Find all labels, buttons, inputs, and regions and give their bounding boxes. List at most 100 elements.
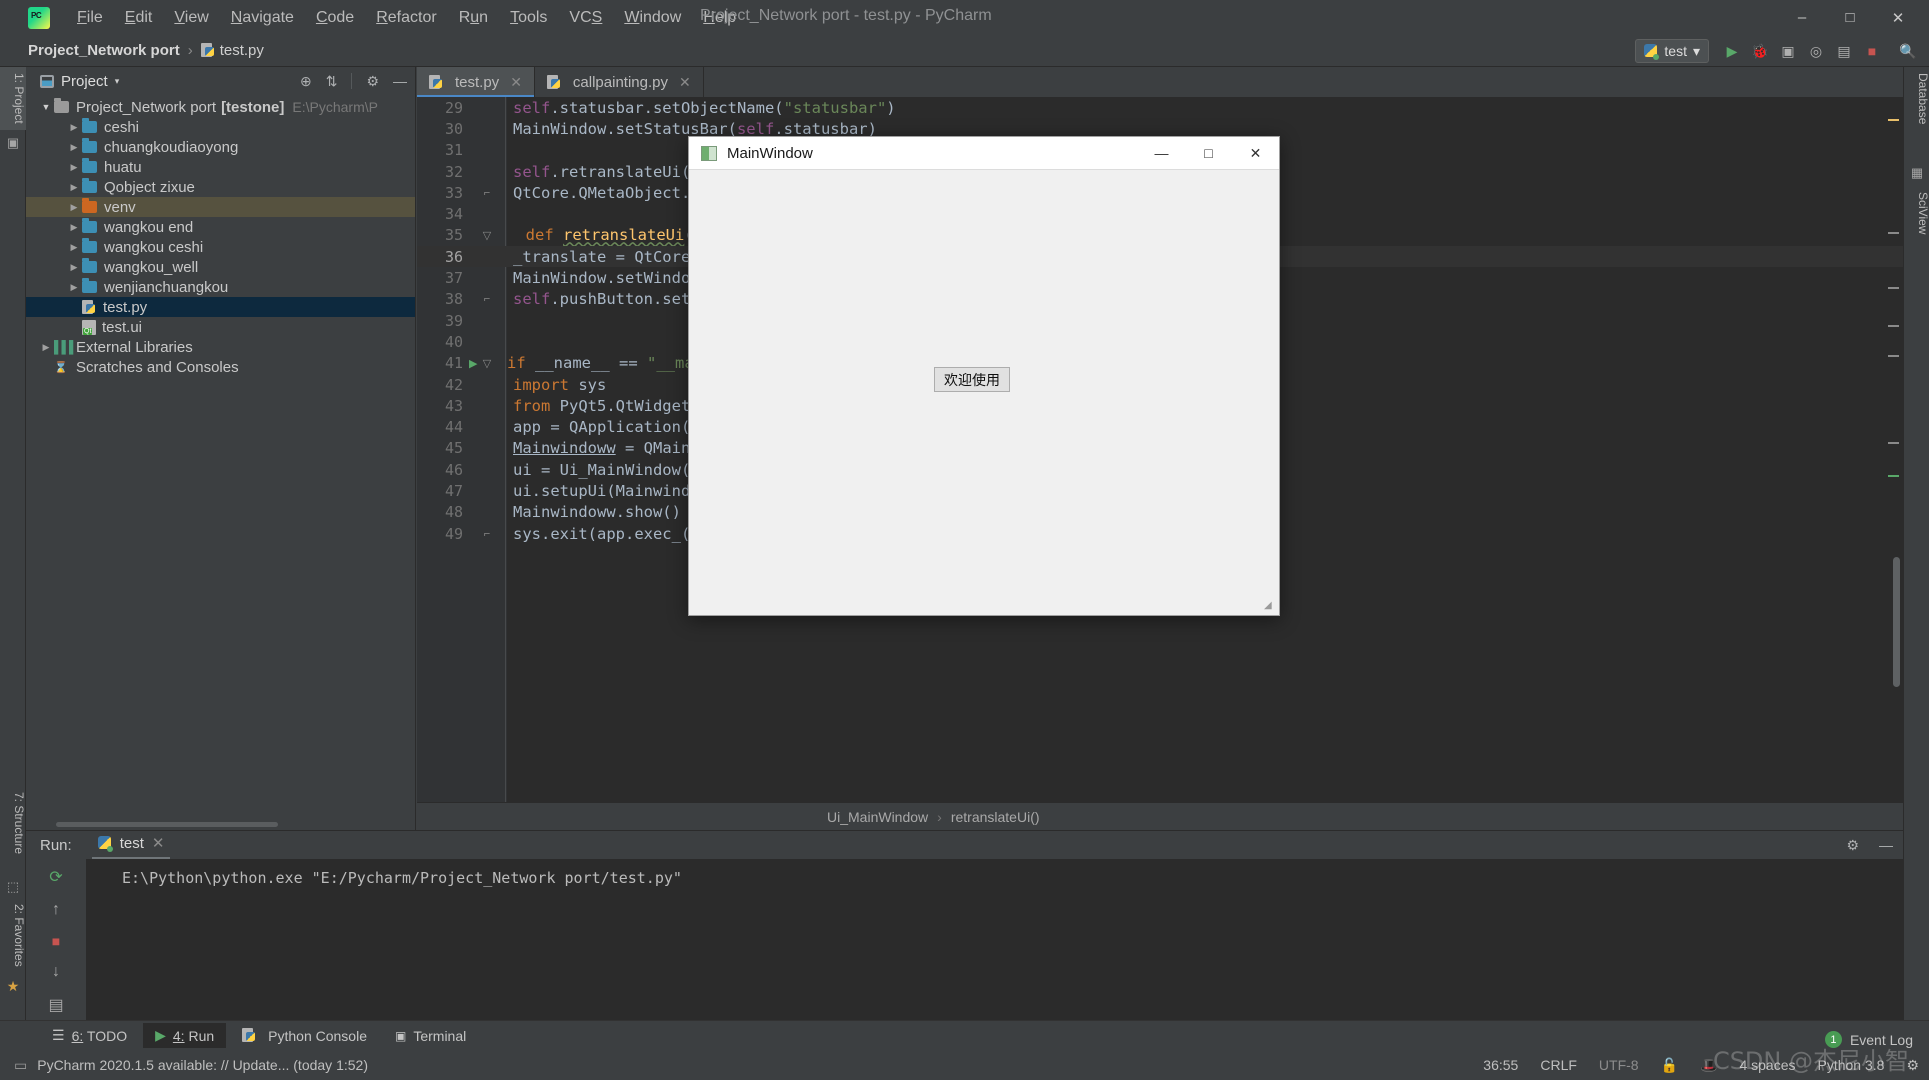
menu-refactor[interactable]: Refactor <box>365 5 447 31</box>
stop-icon[interactable]: ■ <box>1859 38 1885 64</box>
tree-row-venv[interactable]: ▶ venv <box>26 197 415 217</box>
stop-icon[interactable]: ■ <box>43 933 69 949</box>
menu-run[interactable]: Run <box>448 5 499 31</box>
file-encoding[interactable]: UTF-8 <box>1599 1057 1639 1073</box>
menu-window[interactable]: Window <box>613 5 692 31</box>
tree-row-test-ui[interactable]: test.ui <box>26 317 415 337</box>
expand-arrow-icon[interactable]: ▼ <box>38 102 54 112</box>
run-tab-test[interactable]: test ✕ <box>91 834 171 860</box>
hector-icon[interactable]: 🎩 <box>1700 1057 1717 1074</box>
menu-view[interactable]: View <box>163 5 219 31</box>
favorites-star-icon[interactable]: ★ <box>0 973 26 1000</box>
qt-mainwindow-dialog[interactable]: MainWindow ― □ ✕ 欢迎使用 ◢ <box>688 136 1280 616</box>
fold-marker-icon[interactable]: ⌐ <box>467 187 507 199</box>
fold-marker-icon[interactable]: ⌐ <box>467 293 507 305</box>
status-message[interactable]: PyCharm 2020.1.5 available: // Update...… <box>37 1057 368 1073</box>
tab-python-console[interactable]: Python Console <box>230 1024 379 1048</box>
expand-arrow-icon[interactable]: ▶ <box>66 142 82 153</box>
expand-arrow-icon[interactable]: ▶ <box>66 262 82 273</box>
tree-row-wangkou-end[interactable]: ▶ wangkou end <box>26 217 415 237</box>
indent-setting[interactable]: 4 spaces <box>1739 1057 1795 1073</box>
expand-arrow-icon[interactable]: ▶ <box>66 162 82 173</box>
line-separator[interactable]: CRLF <box>1540 1057 1577 1073</box>
change-marker[interactable] <box>1888 355 1899 357</box>
menu-edit[interactable]: Edit <box>114 5 164 31</box>
module-icon[interactable]: ⬚ <box>0 874 26 900</box>
sidebar-item-sciview[interactable]: SciView <box>1904 186 1929 240</box>
sidebar-item-project[interactable]: 1: Project <box>0 67 26 130</box>
settings-gear-icon[interactable]: ⚙ <box>1906 1057 1919 1074</box>
expand-arrow-icon[interactable]: ▶ <box>38 342 54 353</box>
change-marker[interactable] <box>1888 325 1899 327</box>
change-marker[interactable] <box>1888 442 1899 444</box>
window-maximize-button[interactable]: □ <box>1827 0 1873 35</box>
run-with-coverage-icon[interactable]: ▣ <box>1775 38 1801 64</box>
menu-file[interactable]: File <box>66 5 114 31</box>
settings-gear-icon[interactable]: ⚙ <box>1846 837 1859 854</box>
run-button[interactable]: ▶ <box>1719 38 1745 64</box>
close-icon[interactable]: ✕ <box>152 834 165 852</box>
menu-navigate[interactable]: Navigate <box>220 5 305 31</box>
tab-todo[interactable]: ☰ 6: TODO <box>40 1023 139 1048</box>
close-icon[interactable]: ✕ <box>679 74 691 91</box>
tree-row-test-py[interactable]: test.py <box>26 297 415 317</box>
rerun-icon[interactable]: ⟳ <box>43 867 69 887</box>
expand-arrow-icon[interactable]: ▶ <box>66 182 82 193</box>
tree-row-ceshi[interactable]: ▶ ceshi <box>26 117 415 137</box>
caret-position[interactable]: 36:55 <box>1483 1057 1518 1073</box>
resize-grip-icon[interactable]: ◢ <box>1264 600 1276 612</box>
python-interpreter[interactable]: Python 3.8 <box>1818 1057 1885 1073</box>
tree-row-chuangkoudiaoyong[interactable]: ▶ chuangkoudiaoyong <box>26 137 415 157</box>
tree-row-wenjianchuangkou[interactable]: ▶ wenjianchuangkou <box>26 277 415 297</box>
debug-icon[interactable]: 🐞 <box>1747 38 1773 64</box>
search-icon[interactable]: 🔍 <box>1895 38 1921 64</box>
qt-maximize-button[interactable]: □ <box>1185 137 1232 169</box>
tree-row-qobject-zixue[interactable]: ▶ Qobject zixue <box>26 177 415 197</box>
hide-icon[interactable]: — <box>393 73 407 89</box>
expand-arrow-icon[interactable]: ▶ <box>66 202 82 213</box>
menu-code[interactable]: Code <box>305 5 365 31</box>
qt-close-button[interactable]: ✕ <box>1232 137 1279 169</box>
tab-run[interactable]: ▶ 4: Run <box>143 1023 227 1048</box>
close-icon[interactable]: ✕ <box>510 74 522 91</box>
collapse-all-icon[interactable]: ⇅ <box>326 73 338 90</box>
change-marker[interactable] <box>1888 287 1899 289</box>
sidebar-item-favorites[interactable]: 2: Favorites <box>0 898 26 973</box>
welcome-push-button[interactable]: 欢迎使用 <box>934 367 1010 392</box>
breadcrumb-file[interactable]: test.py <box>220 42 264 59</box>
tree-row-root[interactable]: ▼ Project_Network port [testone] E:\Pych… <box>26 97 415 117</box>
profile-icon[interactable]: ◎ <box>1803 38 1829 64</box>
tree-row-wangkou-ceshi[interactable]: ▶ wangkou ceshi <box>26 237 415 257</box>
expand-arrow-icon[interactable]: ▶ <box>66 222 82 233</box>
sidebar-item-structure[interactable]: 7: Structure <box>0 786 26 860</box>
expand-arrow-icon[interactable]: ▶ <box>66 282 82 293</box>
tool-window-icon[interactable]: ▣ <box>0 130 26 156</box>
change-marker[interactable] <box>1888 232 1899 234</box>
editor-vertical-scrollbar[interactable] <box>1893 557 1900 687</box>
sidebar-item-database[interactable]: Database <box>1904 67 1929 130</box>
project-horizontal-scrollbar[interactable] <box>56 822 278 827</box>
menu-tools[interactable]: Tools <box>499 5 558 31</box>
tree-row-huatu[interactable]: ▶ huatu <box>26 157 415 177</box>
tree-row-scratches[interactable]: ⌛ Scratches and Consoles <box>26 357 415 377</box>
fold-marker-icon[interactable]: ▽ <box>467 229 507 242</box>
expand-arrow-icon[interactable]: ▶ <box>66 242 82 253</box>
window-minimize-button[interactable]: – <box>1779 0 1825 35</box>
run-configuration-selector[interactable]: test ▾ <box>1635 39 1709 63</box>
locate-icon[interactable]: ⊕ <box>300 73 312 90</box>
hide-icon[interactable]: — <box>1879 837 1893 853</box>
tab-callpainting-py[interactable]: callpainting.py ✕ <box>535 67 704 97</box>
expand-arrow-icon[interactable]: ▶ <box>66 122 82 133</box>
window-close-button[interactable]: ✕ <box>1875 0 1921 35</box>
settings-gear-icon[interactable]: ⚙ <box>366 73 379 90</box>
breadcrumb-project[interactable]: Project_Network port <box>28 42 180 59</box>
breadcrumb-class[interactable]: Ui_MainWindow <box>827 809 928 825</box>
grid-icon[interactable]: ▦ <box>1904 160 1929 186</box>
run-gutter-icon[interactable]: ▶ <box>469 357 477 370</box>
menu-vcs[interactable]: VCS <box>558 5 613 31</box>
print-icon[interactable]: ▤ <box>43 995 69 1015</box>
tree-row-external-libraries[interactable]: ▶ ▌▌▌ External Libraries <box>26 337 415 357</box>
qt-minimize-button[interactable]: ― <box>1138 137 1185 169</box>
run-console-output[interactable]: E:\Python\python.exe "E:/Pycharm/Project… <box>86 859 1903 1020</box>
breadcrumb-method[interactable]: retranslateUi() <box>951 809 1040 825</box>
